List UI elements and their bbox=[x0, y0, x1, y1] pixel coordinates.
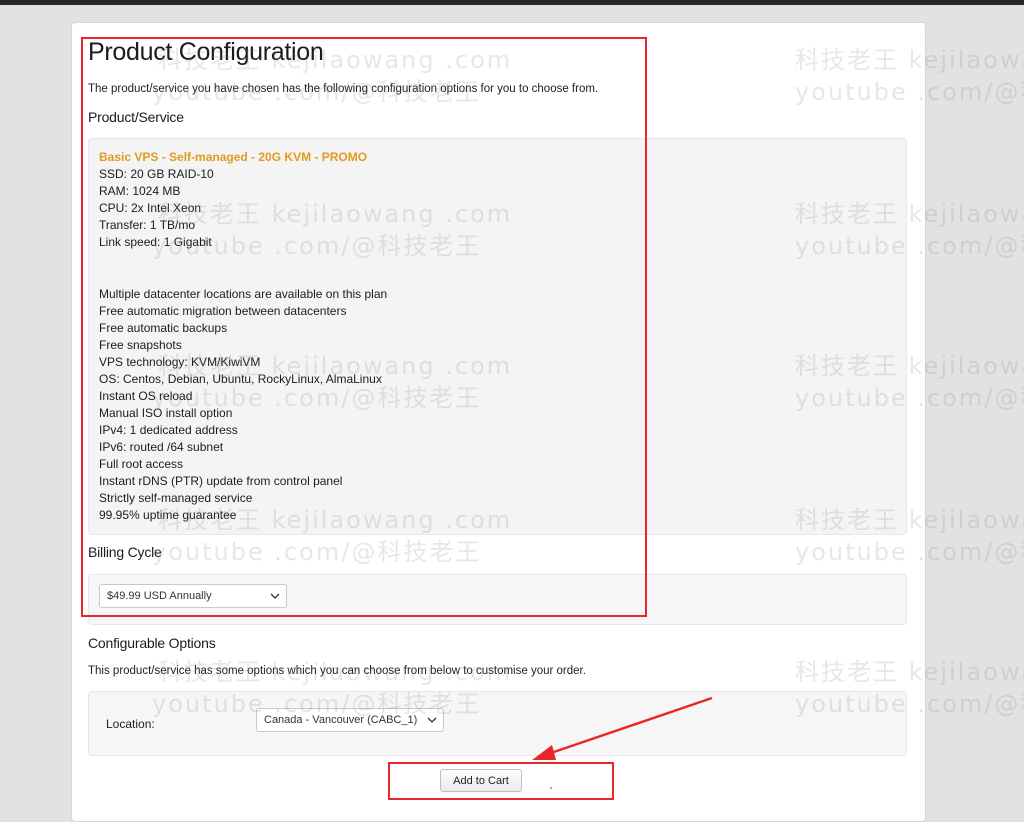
spec-item: Link speed: 1 Gigabit bbox=[99, 235, 212, 249]
feature-item: Instant rDNS (PTR) update from control p… bbox=[99, 474, 343, 488]
billing-cycle-heading: Billing Cycle bbox=[88, 544, 162, 560]
feature-item: IPv6: routed /64 subnet bbox=[99, 440, 224, 454]
spec-item: CPU: 2x Intel Xeon bbox=[99, 201, 202, 215]
feature-item: Instant OS reload bbox=[99, 389, 193, 403]
page-title: Product Configuration bbox=[88, 38, 324, 66]
feature-item: VPS technology: KVM/KiwiVM bbox=[99, 355, 261, 369]
location-value: Canada - Vancouver (CABC_1) bbox=[264, 714, 418, 726]
product-name: Basic VPS - Self-managed - 20G KVM - PRO… bbox=[99, 150, 368, 164]
feature-item: Free automatic migration between datacen… bbox=[99, 304, 347, 318]
location-select[interactable]: Canada - Vancouver (CABC_1) bbox=[256, 708, 444, 732]
feature-item: Strictly self-managed service bbox=[99, 491, 253, 505]
feature-item: 99.95% uptime guarantee bbox=[99, 508, 237, 522]
top-bar bbox=[0, 0, 1024, 5]
page-intro: The product/service you have chosen has … bbox=[88, 83, 599, 95]
spec-item: RAM: 1024 MB bbox=[99, 184, 181, 198]
configurable-options-panel bbox=[88, 691, 907, 756]
spec-item: Transfer: 1 TB/mo bbox=[99, 218, 196, 232]
feature-item: IPv4: 1 dedicated address bbox=[99, 423, 238, 437]
spec-item: SSD: 20 GB RAID-10 bbox=[99, 167, 214, 181]
location-label: Location: bbox=[106, 717, 155, 731]
billing-cycle-value: $49.99 USD Annually bbox=[107, 590, 212, 602]
configurable-options-heading: Configurable Options bbox=[88, 635, 216, 651]
product-service-heading: Product/Service bbox=[88, 109, 184, 125]
feature-item: Multiple datacenter locations are availa… bbox=[99, 287, 388, 301]
feature-item: Manual ISO install option bbox=[99, 406, 233, 420]
feature-item: Full root access bbox=[99, 457, 184, 471]
feature-item: OS: Centos, Debian, Ubuntu, RockyLinux, … bbox=[99, 372, 382, 386]
chevron-down-icon bbox=[421, 709, 443, 731]
product-features-list: Multiple datacenter locations are availa… bbox=[99, 286, 387, 524]
feature-item: Free automatic backups bbox=[99, 321, 228, 335]
billing-cycle-select[interactable]: $49.99 USD Annually bbox=[99, 584, 287, 608]
feature-item: Free snapshots bbox=[99, 338, 182, 352]
decorative-dot bbox=[550, 787, 552, 789]
product-specs-list: SSD: 20 GB RAID-10 RAM: 1024 MB CPU: 2x … bbox=[99, 166, 214, 251]
chevron-down-icon bbox=[264, 585, 286, 607]
add-to-cart-button[interactable]: Add to Cart bbox=[440, 769, 522, 792]
configurable-options-description: This product/service has some options wh… bbox=[88, 665, 586, 677]
